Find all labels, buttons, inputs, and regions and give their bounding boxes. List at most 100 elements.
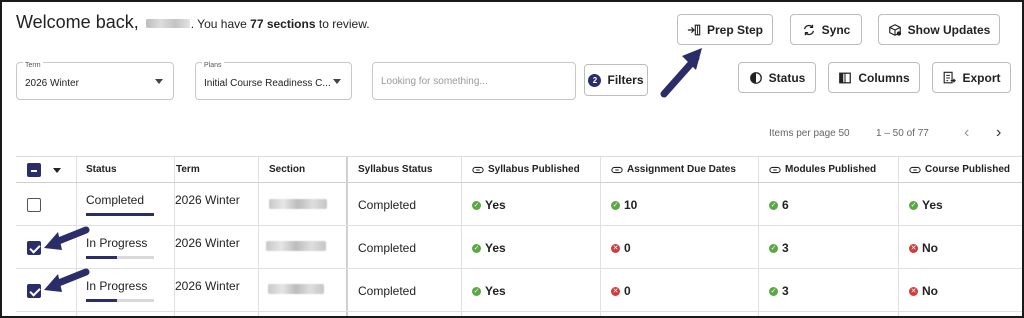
- row-syllabus-published: ✓ Yes: [472, 241, 506, 255]
- status-progress-fill: [86, 299, 117, 302]
- term-select[interactable]: Term 2026 Winter: [16, 62, 174, 100]
- sync-button[interactable]: Sync: [790, 14, 862, 45]
- welcome-suffix-2: to review.: [318, 17, 370, 31]
- check-circle-icon: ✓: [472, 286, 481, 296]
- export-button[interactable]: Export: [932, 62, 1011, 93]
- x-circle-icon: ✕: [611, 243, 620, 253]
- col-header-status[interactable]: Status: [86, 164, 117, 175]
- plans-select[interactable]: Plans Initial Course Readiness C...: [195, 62, 352, 100]
- redacted-section: [269, 199, 327, 209]
- prep-step-icon: [687, 24, 701, 35]
- row-syllabus-status: Completed: [358, 198, 417, 212]
- row-modules-published: ✓ 6: [769, 198, 789, 212]
- link-icon: [769, 166, 781, 173]
- status-progress-fill: [86, 256, 117, 259]
- show-updates-button[interactable]: Show Updates: [878, 14, 1000, 45]
- row-checkbox[interactable]: [27, 198, 41, 212]
- app-frame: Welcome back, . You have 77 sections to …: [0, 0, 1024, 318]
- x-circle-icon: ✕: [909, 286, 918, 296]
- plans-label: Plans: [202, 62, 224, 69]
- row-checkbox[interactable]: [27, 284, 41, 298]
- status-progress-bar: [86, 299, 154, 302]
- annotation-arrow-icon: [44, 226, 90, 250]
- redacted-section: [268, 284, 324, 294]
- row-syllabus-status: Completed: [358, 241, 417, 255]
- columns-label: Columns: [858, 70, 910, 85]
- annotation-arrow-icon: [660, 48, 702, 98]
- redacted-section: [266, 241, 326, 251]
- col-header-course-published[interactable]: Course Published: [909, 164, 1010, 175]
- col-header-term[interactable]: Term: [176, 164, 200, 175]
- plans-value: Initial Course Readiness C...: [204, 78, 331, 89]
- check-circle-icon: ✓: [472, 200, 481, 210]
- row-syllabus-published: ✓ Yes: [472, 198, 506, 212]
- row-course-published: ✕ No: [909, 241, 938, 255]
- row-status: In Progress: [86, 279, 148, 293]
- row-status: Completed: [86, 193, 145, 207]
- chevron-down-icon: [155, 79, 163, 84]
- link-icon: [472, 166, 484, 173]
- page-range: 1 – 50 of 77: [876, 128, 929, 139]
- check-circle-icon: ✓: [611, 200, 620, 210]
- select-menu-caret-icon[interactable]: [53, 168, 61, 173]
- row-checkbox[interactable]: [27, 241, 41, 255]
- status-progress-bar: [86, 256, 154, 259]
- col-header-syllabus-published[interactable]: Syllabus Published: [472, 164, 580, 175]
- status-label: Status: [768, 70, 806, 85]
- term-label: Term: [23, 62, 43, 69]
- sections-count: 77 sections: [250, 17, 316, 31]
- welcome-suffix: . You have: [190, 17, 247, 31]
- search-placeholder: Looking for something...: [381, 76, 488, 87]
- x-circle-icon: ✕: [611, 286, 620, 296]
- box-update-icon: [888, 23, 901, 36]
- prep-step-button[interactable]: Prep Step: [677, 14, 773, 45]
- filters-count-badge: 2: [588, 73, 602, 87]
- check-circle-icon: ✓: [769, 243, 778, 253]
- items-per-page[interactable]: Items per page 50: [769, 128, 850, 139]
- welcome-prefix: Welcome back,: [16, 12, 139, 32]
- col-header-assignment-due-dates[interactable]: Assignment Due Dates: [611, 164, 736, 175]
- status-progress-fill: [86, 213, 154, 216]
- row-term: 2026 Winter: [175, 279, 240, 293]
- row-course-published: ✕ No: [909, 284, 938, 298]
- row-modules-published: ✓ 3: [769, 241, 789, 255]
- sync-icon: [803, 24, 814, 35]
- select-all-checkbox[interactable]: [27, 163, 41, 177]
- check-circle-icon: ✓: [472, 243, 481, 253]
- status-button[interactable]: Status: [738, 62, 816, 93]
- check-circle-icon: ✓: [769, 200, 778, 210]
- term-value: 2026 Winter: [25, 78, 79, 89]
- row-assignment-due-dates: ✕ 0: [611, 284, 631, 298]
- row-assignment-due-dates: ✕ 0: [611, 241, 631, 255]
- export-icon: [944, 71, 957, 83]
- link-icon: [611, 166, 623, 173]
- columns-button[interactable]: Columns: [828, 62, 920, 93]
- row-term: 2026 Winter: [175, 236, 240, 250]
- sync-label: Sync: [821, 22, 851, 37]
- row-course-published: ✓ Yes: [909, 198, 943, 212]
- row-syllabus-status: Completed: [358, 284, 417, 298]
- col-header-modules-published[interactable]: Modules Published: [769, 164, 876, 175]
- annotation-arrow-icon: [44, 268, 90, 292]
- contrast-icon: [749, 71, 762, 84]
- filters-label: Filters: [607, 73, 644, 87]
- row-term: 2026 Winter: [175, 193, 240, 207]
- filters-button[interactable]: 2 Filters: [584, 64, 648, 96]
- chevron-right-icon[interactable]: ›: [996, 124, 1001, 142]
- row-status: In Progress: [86, 236, 148, 250]
- check-circle-icon: ✓: [769, 286, 778, 296]
- search-input[interactable]: Looking for something...: [372, 62, 576, 100]
- col-header-syllabus-status[interactable]: Syllabus Status: [358, 164, 432, 175]
- check-circle-icon: ✓: [909, 200, 918, 210]
- status-progress-bar: [86, 213, 154, 216]
- chevron-left-icon[interactable]: ‹: [964, 124, 969, 142]
- welcome-message: Welcome back, . You have 77 sections to …: [16, 12, 370, 33]
- export-label: Export: [962, 70, 1001, 85]
- row-syllabus-published: ✓ Yes: [472, 284, 506, 298]
- col-header-section[interactable]: Section: [269, 164, 305, 175]
- link-icon: [909, 166, 921, 173]
- x-circle-icon: ✕: [909, 243, 918, 253]
- sections-table: Status Term Section Syllabus Status Syll…: [16, 156, 1022, 316]
- columns-icon: [839, 72, 852, 83]
- row-modules-published: ✓ 3: [769, 284, 789, 298]
